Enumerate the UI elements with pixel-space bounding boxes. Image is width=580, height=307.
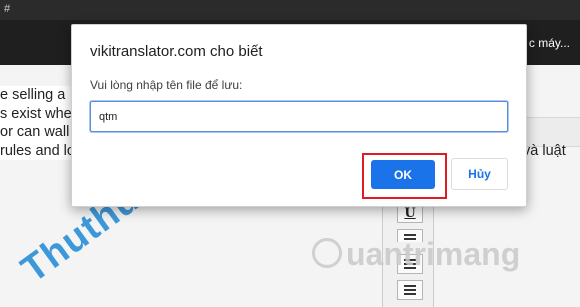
align-right-button[interactable] [397,280,423,300]
nav-link-right[interactable]: c máy... [529,36,570,50]
prompt-dialog: vikitranslator.com cho biết Vui lòng nhậ… [71,24,527,207]
dialog-message: Vui lòng nhập tên file để lưu: [90,78,243,92]
top-strip-text: # [4,3,11,15]
watermark-secondary: uantrimang [346,236,521,272]
dialog-title: vikitranslator.com cho biết [90,43,263,60]
filename-input[interactable] [90,101,508,132]
cancel-button[interactable]: Hủy [451,158,508,190]
ok-button[interactable]: OK [371,160,435,189]
watermark-circle-icon [312,238,342,268]
align-right-icon [404,284,416,296]
browser-top-strip: # [0,0,580,20]
